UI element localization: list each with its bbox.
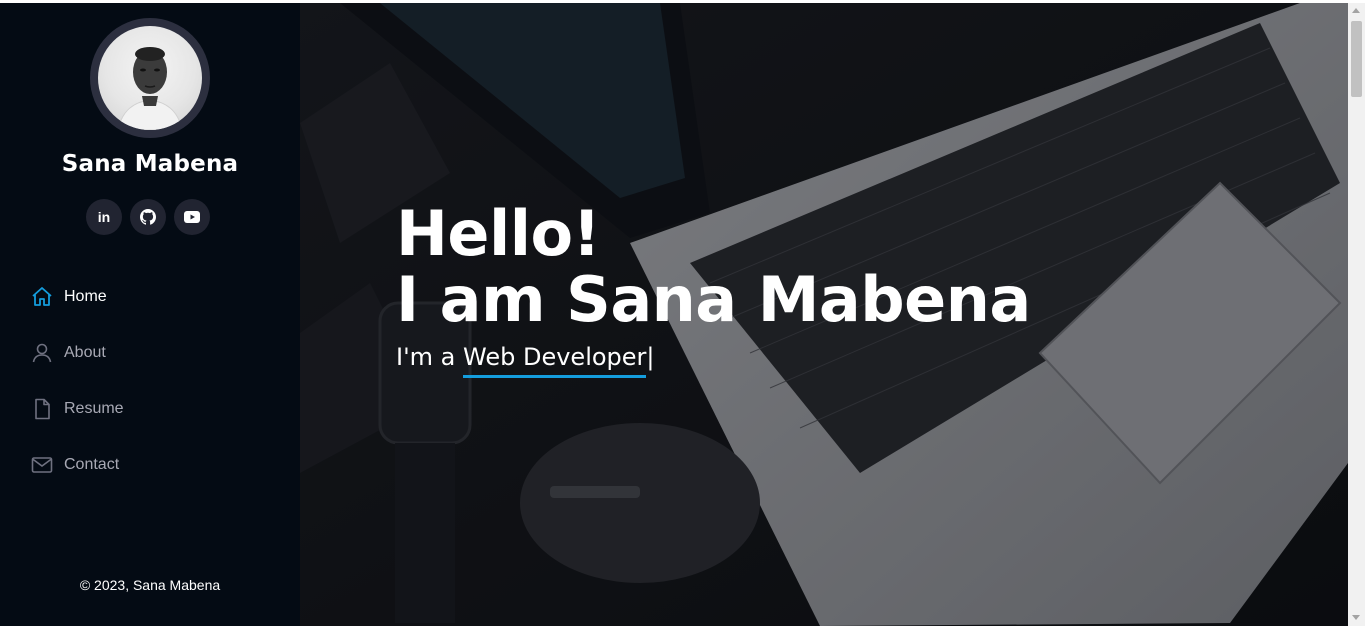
github-link[interactable] [130, 199, 166, 235]
scroll-down-arrow-icon[interactable] [1352, 615, 1360, 620]
page-scrollbar[interactable] [1348, 3, 1365, 626]
hero-line-2: I am Sana Mabena [396, 263, 1031, 336]
nav-item-resume[interactable]: Resume [30, 381, 270, 437]
avatar-frame [90, 18, 210, 138]
scroll-thumb[interactable] [1351, 21, 1362, 97]
typed-cursor: | [646, 343, 655, 371]
profile-name: Sana Mabena [61, 151, 239, 177]
hero-title: Hello! I am Sana Mabena [396, 201, 1031, 333]
copyright: © 2023, Sana Mabena [79, 577, 221, 593]
nav-item-contact[interactable]: Contact [30, 437, 270, 493]
hero-section: Hello! I am Sana Mabena I'm a Web Develo… [300, 3, 1348, 626]
hero-line-1: Hello! [396, 197, 601, 270]
scroll-up-arrow-icon[interactable] [1352, 8, 1360, 13]
typed-role: Web Developer [463, 343, 647, 378]
nav-label-resume: Resume [64, 400, 124, 417]
social-links: in [86, 199, 210, 235]
youtube-icon [184, 211, 200, 223]
nav-label-home: Home [64, 288, 107, 305]
nav-label-about: About [64, 344, 106, 361]
home-icon [32, 287, 52, 306]
hero-subtitle: I'm a Web Developer| [396, 341, 655, 378]
nav-label-contact: Contact [64, 456, 120, 473]
nav-item-home[interactable]: Home [30, 269, 270, 325]
github-icon [140, 209, 156, 225]
person-icon [32, 343, 52, 363]
nav-item-about[interactable]: About [30, 325, 270, 381]
envelope-icon [31, 457, 53, 473]
hero-sub-prefix: I'm a [396, 343, 464, 371]
nav-menu: Home About Resume Contact [30, 269, 270, 493]
file-icon [35, 398, 50, 420]
youtube-link[interactable] [174, 199, 210, 235]
person-photo-icon [117, 47, 183, 130]
linkedin-link[interactable]: in [86, 199, 122, 235]
avatar [98, 26, 202, 130]
linkedin-icon: in [97, 209, 111, 225]
sidebar: Sana Mabena in Home About Resume Contact… [0, 3, 300, 626]
